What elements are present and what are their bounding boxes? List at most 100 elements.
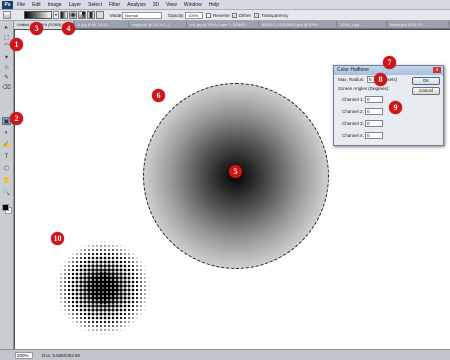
dither-checkbox[interactable]: ✓ [232,13,237,18]
tab-document-7[interactable]: thumb.psd @ 66.7%... [387,21,449,29]
channel-3-label: Channel 3: [342,121,364,126]
halftone-dot [75,304,79,308]
halftone-dot [96,241,98,243]
channel-1-input[interactable]: 0 [365,96,383,103]
shape-tool-icon[interactable]: ⬡ [2,165,11,173]
gradient-dropdown-icon[interactable]: ▾ [53,11,59,19]
halftone-dot [72,257,74,259]
halftone-dot [132,253,134,255]
halftone-dot [79,268,83,272]
halftone-dot [95,256,99,260]
halftone-dot [115,268,119,272]
magic-wand-tool-icon[interactable]: ✦ [2,54,11,62]
hand-tool-icon[interactable]: ✋ [2,177,11,185]
halftone-dot [94,275,100,281]
halftone-dot [79,288,83,292]
linear-gradient-icon[interactable] [60,11,68,19]
menu-window[interactable]: Window [184,0,202,10]
tab-document-6[interactable]: 100%, 1.jpg ... [337,21,387,29]
radial-gradient-icon[interactable] [69,11,77,19]
halftone-dot [123,272,127,276]
halftone-dot [99,300,103,304]
channel-2-input[interactable]: 0 [365,108,383,115]
brush-tool-icon[interactable]: ✎ [2,74,11,82]
diamond-gradient-icon[interactable] [96,11,104,19]
halftone-dot [124,253,126,255]
halftone-dot [64,285,66,287]
menu-file[interactable]: File [17,0,25,10]
menu-edit[interactable]: Edit [32,0,41,10]
pen-tool-icon[interactable]: ✍ [2,141,11,149]
halftone-dot [107,272,111,276]
opacity-input[interactable]: 100% [185,12,203,19]
menu-view[interactable]: View [166,0,177,10]
halftone-dot [120,253,122,255]
halftone-dot [112,249,114,251]
gradient-picker-swatch[interactable] [24,11,52,19]
move-tool-icon[interactable]: ▸ [2,24,11,32]
tab-document-4[interactable]: ex1.jpg @ 100% (Layer 1, RGB/8) * [187,21,259,29]
transparency-checkbox[interactable]: ✓ [254,13,259,18]
halftone-dot [111,272,115,276]
halftone-dot [115,260,119,264]
halftone-dot [87,312,91,316]
dialog-close-icon[interactable]: x [433,67,441,73]
halftone-dot [76,317,78,319]
halftone-dot [79,308,83,312]
cancel-button[interactable]: Cancel [412,87,440,95]
halftone-dot [132,257,134,259]
halftone-dot [95,316,99,320]
angle-gradient-icon[interactable] [78,11,86,19]
eraser-tool-icon[interactable]: ⌫ [2,84,11,92]
halftone-dot [124,321,126,323]
halftone-dot [96,245,98,247]
halftone-dot [71,296,75,300]
halftone-dot [119,308,123,312]
halftone-dot [87,280,91,284]
mode-select[interactable]: Normal [122,12,162,19]
zoom-tool-icon[interactable]: 🔍 [2,189,11,197]
ok-button[interactable]: OK [412,77,440,85]
halftone-dot [119,292,123,296]
crop-tool-icon[interactable]: ⊹ [2,64,11,72]
menu-3d[interactable]: 3D [153,0,159,10]
type-tool-icon[interactable]: T [2,153,11,161]
halftone-dot [119,296,123,300]
channel-3-input[interactable]: 0 [365,120,383,127]
gradient-tool-preset-icon[interactable] [3,11,11,19]
channel-4-input[interactable]: 0 [365,132,383,139]
halftone-dot [60,273,62,275]
menu-layer[interactable]: Layer [69,0,82,10]
halftone-dot [95,300,99,304]
menu-items: File Edit Image Layer Select Filter Anal… [17,0,219,10]
menu-help[interactable]: Help [209,0,219,10]
tab-document-2[interactable]: 11.jpg @ 66.7% (G... [74,21,129,29]
zoom-level-input[interactable]: 200% [15,352,33,359]
halftone-dot [119,284,123,288]
callout-6: 6 [152,89,165,102]
halftone-dot [102,295,108,301]
halftone-dot [88,329,90,331]
halftone-dot [87,296,91,300]
menu-filter[interactable]: Filter [109,0,120,10]
halftone-dot [98,279,104,285]
halftone-dot [64,313,66,315]
halftone-dot [99,308,103,312]
reverse-checkbox[interactable] [206,13,211,18]
options-bar: ▾ Mode: Normal Opacity: 100% Reverse ✓ D… [0,10,450,21]
reflected-gradient-icon[interactable] [87,11,95,19]
dodge-tool-icon[interactable]: ◐ [2,129,11,137]
tab-document-5[interactable]: BB0010_LIE1129501.psd @ 100%... [259,21,337,29]
opacity-label: Opacity: [168,13,185,18]
menu-analysis[interactable]: Analysis [127,0,146,10]
foreground-color-swatch[interactable] [2,204,9,211]
menu-select[interactable]: Select [88,0,102,10]
halftone-dot [68,257,70,259]
menu-image[interactable]: Image [48,0,62,10]
halftone-dot [90,283,96,289]
tab-document-3[interactable]: cmyk.psd @ 16.7% (...) [129,21,187,29]
halftone-dot [136,313,138,315]
toolbox: ▸ ⬚ ⌒ ✦ ⊹ ✎ ⌫ ▣ ◐ ✍ T ⬡ ✋ 🔍 [0,21,14,349]
halftone-dot [91,300,95,304]
halftone-dot [91,268,95,272]
